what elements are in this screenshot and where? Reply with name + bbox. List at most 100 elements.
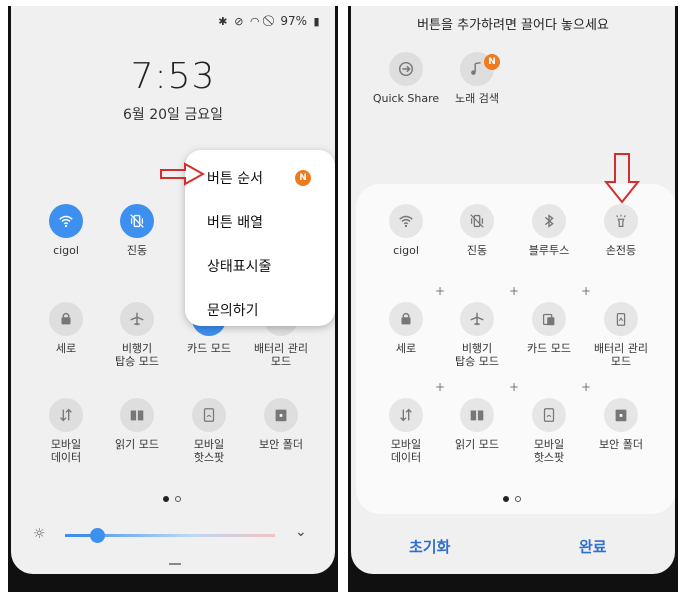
quick-share-icon: [389, 52, 423, 86]
book-icon: [460, 398, 494, 432]
tile-label: 모바일 핫스팟: [533, 438, 565, 464]
quick-tile[interactable]: 모바일 데이터: [369, 398, 443, 464]
page-dot-active[interactable]: [163, 496, 169, 502]
brightness-slider-knob[interactable]: [89, 528, 105, 543]
add-slot-plus-icon: +: [435, 380, 446, 394]
available-tile-music-search[interactable]: 노래 검색: [440, 52, 514, 105]
tile-label: 읽기 모드: [455, 438, 499, 451]
secure-folder-icon: [604, 398, 638, 432]
quick-tile[interactable]: 세로: [369, 302, 443, 355]
tile-label: 카드 모드: [527, 342, 571, 355]
add-slot-plus-icon: +: [581, 284, 592, 298]
tile-label: 비행기 탑승 모드: [455, 342, 499, 368]
tile-label: 비행기 탑승 모드: [115, 342, 159, 368]
tile-label: 카드 모드: [187, 342, 231, 355]
hotspot-icon: [532, 398, 566, 432]
sun-icon: ☼: [33, 526, 46, 542]
quick-tile[interactable]: 손전등: [584, 204, 658, 257]
bluetooth-icon: ✱: [218, 14, 228, 28]
tile-label: cigol: [53, 244, 79, 257]
tile-label: 모바일 데이터: [50, 438, 82, 464]
tile-label: 진동: [466, 244, 488, 257]
tile-label: 읽기 모드: [115, 438, 159, 451]
quick-tile[interactable]: 카드 모드: [512, 302, 586, 355]
brightness-control: ☼ ⌄: [33, 524, 313, 546]
quick-tile[interactable]: 세로: [29, 302, 103, 355]
drag-hint-text: 버튼을 추가하려면 끌어다 놓으세요: [417, 18, 609, 33]
tile-label: 배터리 관리 모드: [593, 342, 649, 368]
tile-label: 배터리 관리 모드: [253, 342, 309, 368]
quick-tile[interactable]: 모바일 핫스팟: [512, 398, 586, 464]
right-phone-panel: 버튼을 추가하려면 끌어다 놓으세요 Quick Share 노래 검색 N c…: [348, 6, 678, 592]
page-dot[interactable]: [515, 496, 521, 502]
quick-tile[interactable]: 모바일 데이터: [29, 398, 103, 464]
clock: 7:53: [130, 56, 216, 97]
quick-panel-screen: ✱ ⊘ ◠ ⃠ 97% ▮ 7:53 6월 20일 금요일 cigol 진동세로 비…: [11, 6, 335, 574]
wifi-icon: [49, 204, 83, 238]
menu-item-button-order[interactable]: 버튼 순서: [207, 168, 263, 188]
mute-icon: ⊘: [234, 14, 244, 28]
quick-tile[interactable]: 배터리 관리 모드: [584, 302, 658, 368]
menu-item-status-bar[interactable]: 상태표시줄: [207, 256, 271, 276]
red-arrow-annotation: [160, 162, 205, 186]
page-dot-active[interactable]: [503, 496, 509, 502]
quick-tile[interactable]: 읽기 모드: [100, 398, 174, 451]
drag-handle[interactable]: [169, 563, 181, 565]
quick-tile[interactable]: 보안 폴더: [244, 398, 318, 451]
tile-label: cigol: [393, 244, 419, 257]
quick-tile[interactable]: 블루투스: [512, 204, 586, 257]
mobile-data-icon: [49, 398, 83, 432]
do-not-disturb-icon: ⃠: [264, 14, 277, 28]
tile-label: 보안 폴더: [599, 438, 643, 451]
page-indicator: [163, 496, 181, 502]
tile-label: Quick Share: [372, 92, 440, 105]
battery-icon: [604, 302, 638, 336]
quick-tile[interactable]: 읽기 모드: [440, 398, 514, 451]
quick-tile[interactable]: 보안 폴더: [584, 398, 658, 451]
wifi-icon: [389, 204, 423, 238]
chevron-down-icon[interactable]: ⌄: [295, 524, 307, 540]
quick-tile[interactable]: 비행기 탑승 모드: [440, 302, 514, 368]
vibrate-icon: [120, 204, 154, 238]
status-bar: ✱ ⊘ ◠ ⃠ 97% ▮: [216, 12, 323, 30]
add-slot-plus-icon: +: [435, 284, 446, 298]
reset-button[interactable]: 초기화: [409, 536, 450, 557]
quick-tile[interactable]: 모바일 핫스팟: [172, 398, 246, 464]
menu-item-button-layout[interactable]: 버튼 배열: [207, 212, 263, 232]
add-slot-plus-icon: +: [581, 380, 592, 394]
portrait-lock-icon: [389, 302, 423, 336]
tile-label: 세로: [55, 342, 77, 355]
bluetooth-icon: [532, 204, 566, 238]
more-options-menu: 버튼 순서 N 버튼 배열 상태표시줄 문의하기: [185, 150, 335, 326]
hotspot-icon: [192, 398, 226, 432]
done-button[interactable]: 완료: [579, 536, 607, 557]
red-down-arrow-annotation: [603, 153, 641, 204]
tile-label: 진동: [126, 244, 148, 257]
menu-item-contact-us[interactable]: 문의하기: [207, 300, 259, 320]
flashlight-icon: [604, 204, 638, 238]
quick-tile[interactable]: cigol: [369, 204, 443, 257]
battery-icon: ▮: [313, 14, 320, 28]
mobile-data-icon: [389, 398, 423, 432]
wifi-status-icon: ◠: [250, 14, 260, 28]
tile-label: 보안 폴더: [259, 438, 303, 451]
quick-tile[interactable]: cigol: [29, 204, 103, 257]
vibrate-icon: [460, 204, 494, 238]
available-tile-quick-share[interactable]: Quick Share: [369, 52, 443, 105]
page-dot[interactable]: [175, 496, 181, 502]
airplane-icon: [460, 302, 494, 336]
tile-label: 모바일 데이터: [390, 438, 422, 464]
page-indicator: [503, 496, 521, 502]
book-icon: [120, 398, 154, 432]
date: 6월 20일 금요일: [122, 107, 224, 123]
add-slot-plus-icon: +: [509, 380, 520, 394]
new-badge: N: [295, 170, 311, 186]
quick-tile[interactable]: 비행기 탑승 모드: [100, 302, 174, 368]
quick-tile[interactable]: 진동: [100, 204, 174, 257]
portrait-lock-icon: [49, 302, 83, 336]
quick-tile[interactable]: 진동: [440, 204, 514, 257]
add-slot-plus-icon: +: [509, 284, 520, 298]
tile-label: 블루투스: [528, 244, 570, 257]
tile-label: 세로: [395, 342, 417, 355]
card-icon: [532, 302, 566, 336]
